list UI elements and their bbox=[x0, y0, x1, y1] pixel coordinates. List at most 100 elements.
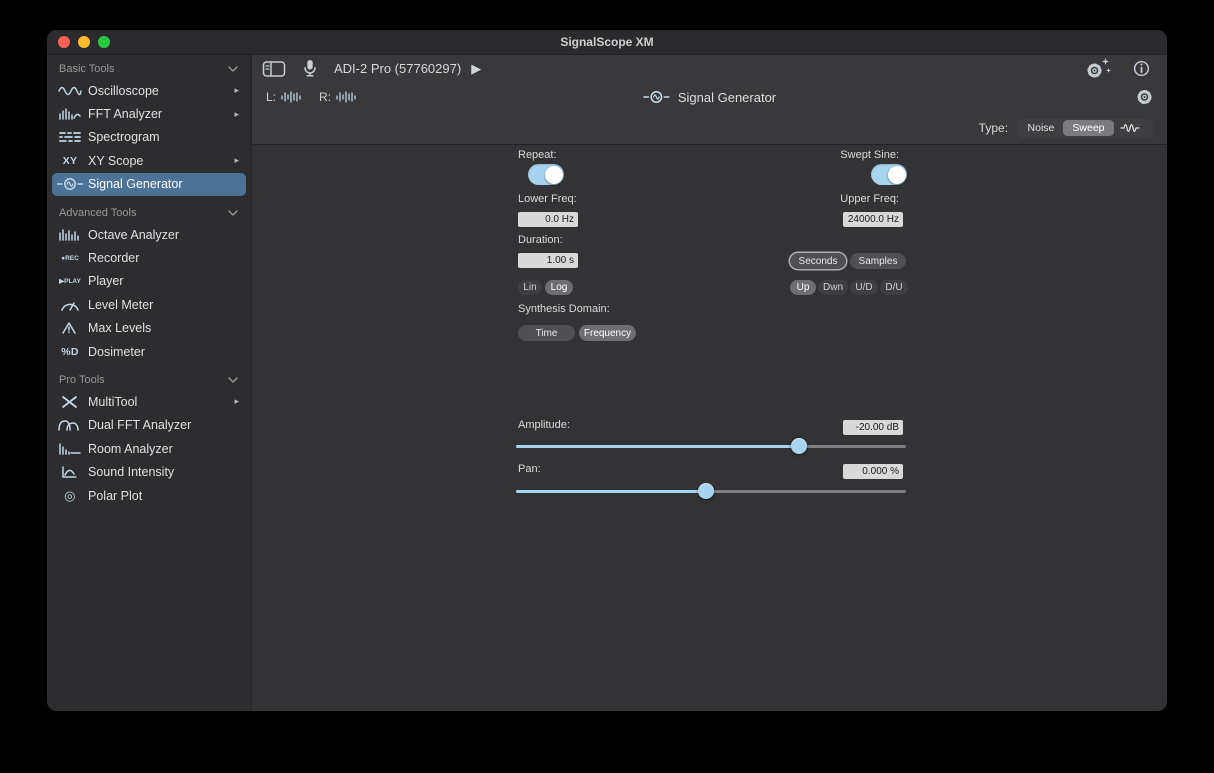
recorder-icon: ●REC bbox=[56, 255, 84, 262]
swept-sine-label: Swept Sine: bbox=[840, 149, 899, 161]
item-label: Sound Intensity bbox=[88, 465, 242, 479]
disclosure-arrow-icon[interactable]: ▸ bbox=[234, 396, 242, 407]
section-header-pro-tools[interactable]: Pro Tools bbox=[47, 370, 251, 390]
frequency-button[interactable]: Frequency bbox=[579, 325, 636, 341]
left-channel: L: bbox=[266, 90, 303, 104]
type-option-sweep[interactable]: Sweep bbox=[1063, 120, 1113, 136]
dwn-button[interactable]: Dwn bbox=[818, 280, 848, 295]
item-label: Octave Analyzer bbox=[88, 228, 242, 242]
tool-settings-button[interactable] bbox=[1135, 88, 1154, 107]
pan-slider[interactable] bbox=[516, 482, 906, 500]
toggle-knob bbox=[545, 166, 563, 184]
sidebar-item-sound-intensity[interactable]: Sound Intensity bbox=[52, 460, 246, 483]
item-label: Polar Plot bbox=[88, 489, 242, 503]
section-header-basic-tools[interactable]: Basic Tools bbox=[47, 59, 251, 79]
amplitude-label: Amplitude: bbox=[518, 419, 570, 431]
sidebar-item-fft-analyzer[interactable]: FFT Analyzer ▸ bbox=[52, 102, 246, 125]
item-label: XY Scope bbox=[88, 154, 230, 168]
pan-slider-knob[interactable] bbox=[698, 483, 714, 499]
amplitude-input[interactable] bbox=[843, 420, 903, 435]
ud-button[interactable]: U/D bbox=[850, 280, 878, 295]
sidebar-item-xy-scope[interactable]: XY XY Scope ▸ bbox=[52, 149, 246, 172]
sidebar-item-player[interactable]: ▶PLAY Player bbox=[52, 270, 246, 293]
play-button[interactable]: ▶ bbox=[471, 61, 481, 77]
left-channel-waveform-icon[interactable] bbox=[281, 91, 303, 103]
lower-freq-input[interactable] bbox=[518, 212, 578, 227]
gear-sparkle-icon bbox=[1085, 58, 1112, 80]
sidebar-toggle-button[interactable] bbox=[262, 60, 286, 78]
sine-wave-icon bbox=[1120, 122, 1146, 134]
player-icon: ▶PLAY bbox=[56, 277, 84, 285]
sidebar-item-oscilloscope[interactable]: Oscilloscope ▸ bbox=[52, 79, 246, 102]
dual-fft-analyzer-icon bbox=[56, 418, 84, 432]
sidebar-item-spectrogram[interactable]: Spectrogram bbox=[52, 126, 246, 149]
spectrogram-icon bbox=[56, 130, 84, 144]
sidebar-section-basic-tools: Basic Tools Oscilloscope ▸ FFT Analyzer … bbox=[47, 59, 251, 196]
type-option-sine[interactable] bbox=[1114, 120, 1152, 136]
item-label: Max Levels bbox=[88, 321, 242, 335]
sidebar-item-max-levels[interactable]: Max Levels bbox=[52, 317, 246, 340]
item-label: Room Analyzer bbox=[88, 442, 242, 456]
octave-analyzer-icon bbox=[56, 228, 84, 242]
up-button[interactable]: Up bbox=[790, 280, 816, 295]
sidebar-item-signal-generator[interactable]: Signal Generator bbox=[52, 173, 246, 196]
upper-freq-input[interactable] bbox=[843, 212, 903, 227]
disclosure-arrow-icon[interactable]: ▸ bbox=[234, 109, 242, 120]
du-button[interactable]: D/U bbox=[880, 280, 908, 295]
sidebar-item-level-meter[interactable]: Level Meter bbox=[52, 293, 246, 316]
close-button[interactable] bbox=[58, 36, 70, 48]
upper-freq-label: Upper Freq: bbox=[840, 193, 899, 205]
sidebar-item-dosimeter[interactable]: %D Dosimeter bbox=[52, 340, 246, 363]
log-button[interactable]: Log bbox=[545, 280, 573, 295]
duration-input[interactable] bbox=[518, 253, 578, 268]
amplitude-slider[interactable] bbox=[516, 437, 906, 455]
oscilloscope-icon bbox=[56, 84, 84, 98]
right-channel-waveform-icon[interactable] bbox=[336, 91, 358, 103]
sidebar-item-dual-fft-analyzer[interactable]: Dual FFT Analyzer bbox=[52, 414, 246, 437]
lin-button[interactable]: Lin bbox=[518, 280, 542, 295]
titlebar: SignalScope XM bbox=[47, 30, 1167, 55]
sidebar-item-multitool[interactable]: MultiTool ▸ bbox=[52, 390, 246, 413]
type-option-noise[interactable]: Noise bbox=[1019, 120, 1064, 136]
repeat-label: Repeat: bbox=[518, 149, 557, 161]
right-channel-label: R: bbox=[319, 90, 331, 104]
sidebar-item-recorder[interactable]: ●REC Recorder bbox=[52, 246, 246, 269]
pan-input[interactable] bbox=[843, 464, 903, 479]
item-label: Level Meter bbox=[88, 298, 242, 312]
signal-generator-icon bbox=[56, 177, 84, 191]
sidebar-item-octave-analyzer[interactable]: Octave Analyzer bbox=[52, 223, 246, 246]
slider-fill bbox=[516, 490, 706, 493]
section-header-advanced-tools[interactable]: Advanced Tools bbox=[47, 203, 251, 223]
generator-panel: Repeat: Swept Sine: Lower Freq: Upper Fr… bbox=[252, 145, 1167, 711]
sidebar-item-room-analyzer[interactable]: Room Analyzer bbox=[52, 437, 246, 460]
zoom-button[interactable] bbox=[98, 36, 110, 48]
item-label: Dual FFT Analyzer bbox=[88, 418, 242, 432]
lower-freq-label: Lower Freq: bbox=[518, 193, 577, 205]
signal-generator-icon bbox=[643, 90, 669, 104]
device-name[interactable]: ADI-2 Pro (57760297) bbox=[334, 61, 461, 76]
seconds-button[interactable]: Seconds bbox=[790, 253, 846, 269]
item-label: Player bbox=[88, 274, 242, 288]
info-button[interactable] bbox=[1132, 59, 1151, 78]
disclosure-arrow-icon[interactable]: ▸ bbox=[234, 85, 242, 96]
toggle-knob bbox=[888, 166, 906, 184]
input-device-icon[interactable] bbox=[302, 59, 318, 78]
type-segmented-control: Noise Sweep bbox=[1017, 119, 1153, 138]
time-button[interactable]: Time bbox=[518, 325, 575, 341]
minimize-button[interactable] bbox=[78, 36, 90, 48]
main-toolbar: ADI-2 Pro (57760297) ▶ bbox=[252, 55, 1167, 82]
item-label: Oscilloscope bbox=[88, 84, 230, 98]
section-label: Basic Tools bbox=[59, 63, 114, 75]
item-label: Dosimeter bbox=[88, 345, 242, 359]
sidebar-item-polar-plot[interactable]: ◎ Polar Plot bbox=[52, 484, 246, 507]
samples-button[interactable]: Samples bbox=[850, 253, 906, 269]
multitool-icon bbox=[56, 395, 84, 409]
chevron-down-icon bbox=[228, 66, 238, 72]
settings-sparkle-button[interactable] bbox=[1085, 58, 1112, 80]
disclosure-arrow-icon[interactable]: ▸ bbox=[234, 155, 242, 166]
max-levels-icon bbox=[56, 321, 84, 335]
chevron-down-icon bbox=[228, 377, 238, 383]
swept-sine-toggle[interactable] bbox=[871, 164, 907, 185]
amplitude-slider-knob[interactable] bbox=[791, 438, 807, 454]
repeat-toggle[interactable] bbox=[528, 164, 564, 185]
